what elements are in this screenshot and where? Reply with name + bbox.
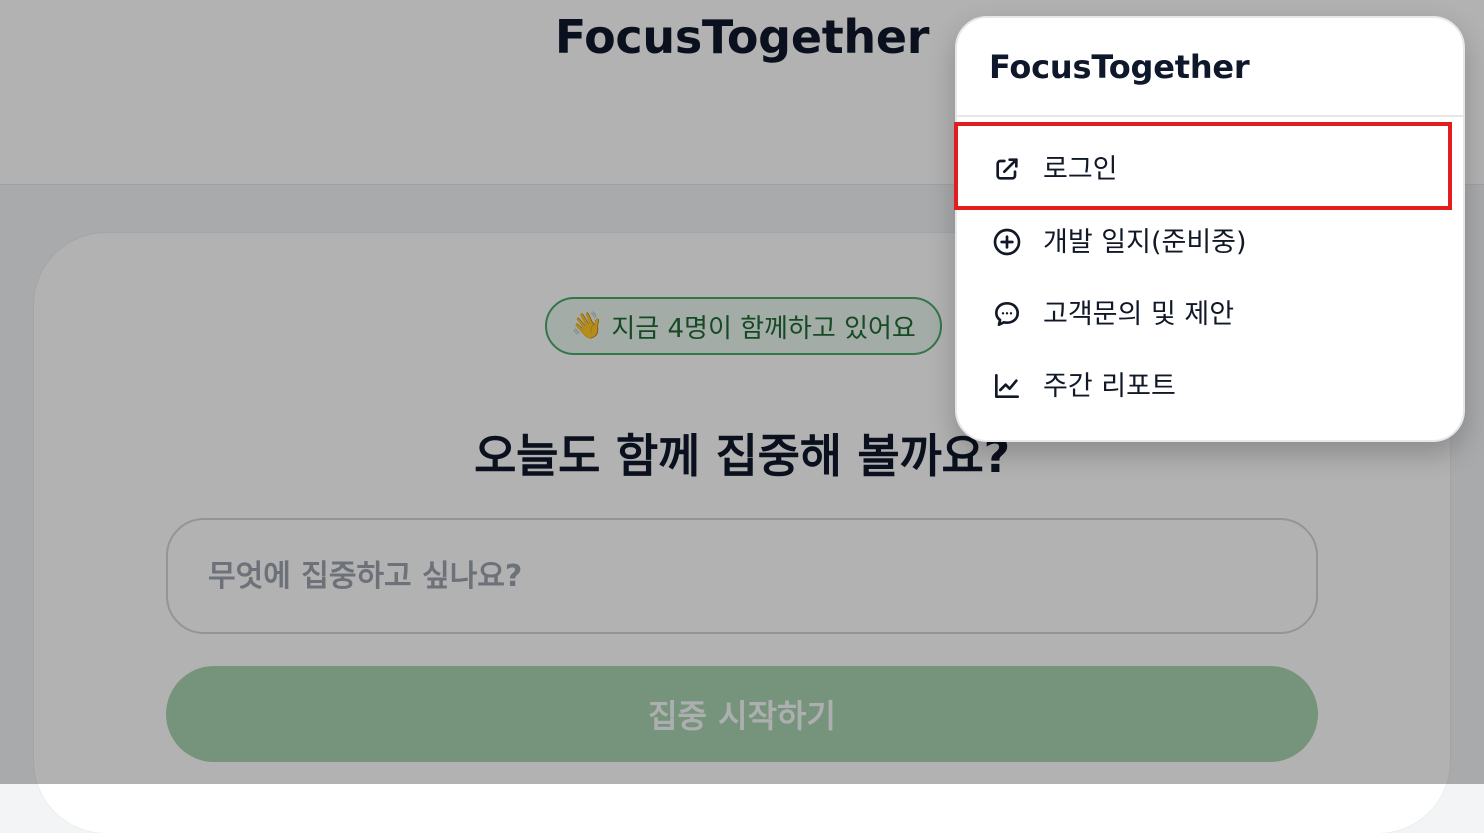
menu-item-dev-log[interactable]: 개발 일지(준비중) [957,206,1463,278]
chat-bubble-icon [995,302,1019,326]
menu-brand: FocusTogether [989,48,1250,86]
menu-item-weekly-report[interactable]: 주간 리포트 [957,350,1463,422]
menu-item-label: 주간 리포트 [1043,370,1176,402]
navigation-menu: FocusTogether 로그인 개발 일지(준비중) 고객문의 및 제안 주… [955,16,1465,442]
menu-item-label: 로그인 [1043,153,1118,185]
menu-item-label: 고객문의 및 제안 [1043,298,1235,330]
external-link-icon [996,158,1018,180]
menu-divider [957,115,1463,117]
menu-item-label: 개발 일지(준비중) [1043,226,1247,258]
menu-item-login[interactable]: 로그인 [957,133,1463,205]
plus-circle-icon [993,228,1021,256]
line-chart-icon [995,374,1019,398]
menu-item-support[interactable]: 고객문의 및 제안 [957,278,1463,350]
